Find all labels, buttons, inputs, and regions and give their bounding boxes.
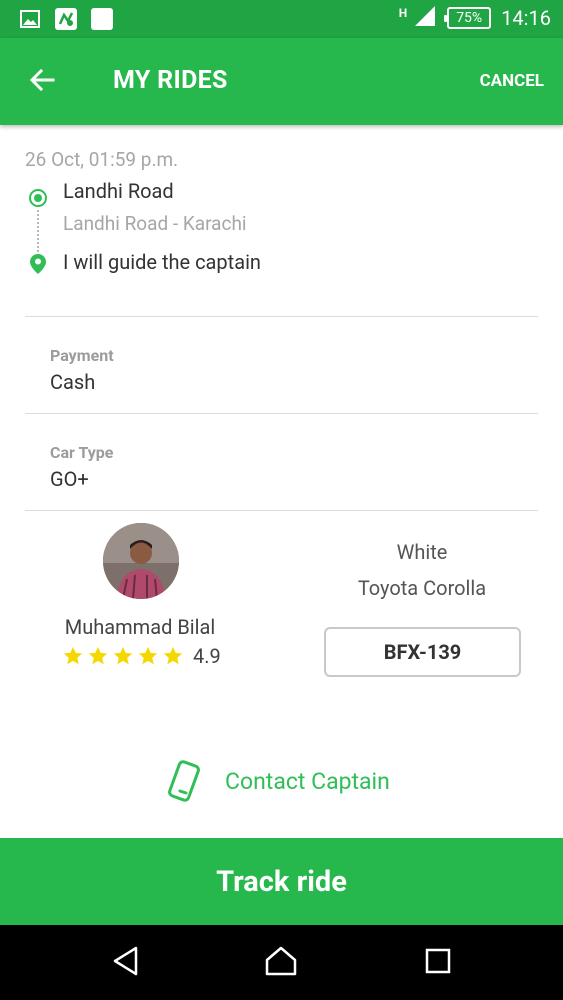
nav-back-button[interactable] [110,946,142,980]
pickup-address: Landhi Road - Karachi [63,212,247,235]
gallery-icon [18,7,42,31]
status-bar: H 75% 14:16 [0,0,563,38]
car-model: Toyota Corolla [357,576,487,600]
pickup-dot-icon [29,189,47,207]
car-color: White [396,540,448,564]
rating-value: 4.9 [193,644,221,668]
battery-icon: 75% [444,7,492,29]
dropoff-location: I will guide the captain [63,250,261,274]
contact-captain-button[interactable]: Contact Captain [165,760,390,802]
status-clock: 14:16 [501,6,551,30]
divider [25,316,538,317]
star-icon [63,646,83,665]
track-ride-button[interactable]: Track ride [0,838,563,925]
system-nav-bar [0,925,563,1000]
battery-level: 75% [456,10,483,26]
captain-name: Muhammad Bilal [64,615,216,639]
payment-value: Cash [50,370,96,394]
cancel-button[interactable]: CANCEL [480,71,544,91]
payment-label: Payment [50,346,114,365]
car-type-value: GO+ [50,467,89,491]
star-icon [88,646,108,665]
triangle-back-icon [112,946,140,980]
location-pin-icon [29,253,47,275]
star-icon [163,646,183,665]
app-notification-icon [54,7,78,31]
app-bar: MY RIDES CANCEL [0,38,563,125]
blank-notification-icon [90,7,114,31]
signal-icon [413,5,437,31]
divider [25,510,538,511]
page-title: MY RIDES [113,66,228,95]
contact-captain-label: Contact Captain [225,767,390,795]
nav-home-button[interactable] [265,946,297,980]
divider [25,413,538,414]
star-icon [113,646,133,665]
back-button[interactable] [22,62,62,102]
nav-recents-button[interactable] [422,947,454,979]
phone-icon [165,760,203,802]
route-line [37,210,39,252]
home-icon [265,946,297,980]
star-icon [138,646,158,665]
car-type-label: Car Type [50,443,114,462]
square-recents-icon [425,948,451,978]
license-plate: BFX-139 [324,627,521,677]
ride-date: 26 Oct, 01:59 p.m. [25,148,179,171]
captain-rating: 4.9 [62,644,221,668]
arrow-left-icon [29,68,55,96]
network-type: H [398,6,408,20]
pickup-location: Landhi Road [63,179,174,203]
avatar [103,523,179,599]
